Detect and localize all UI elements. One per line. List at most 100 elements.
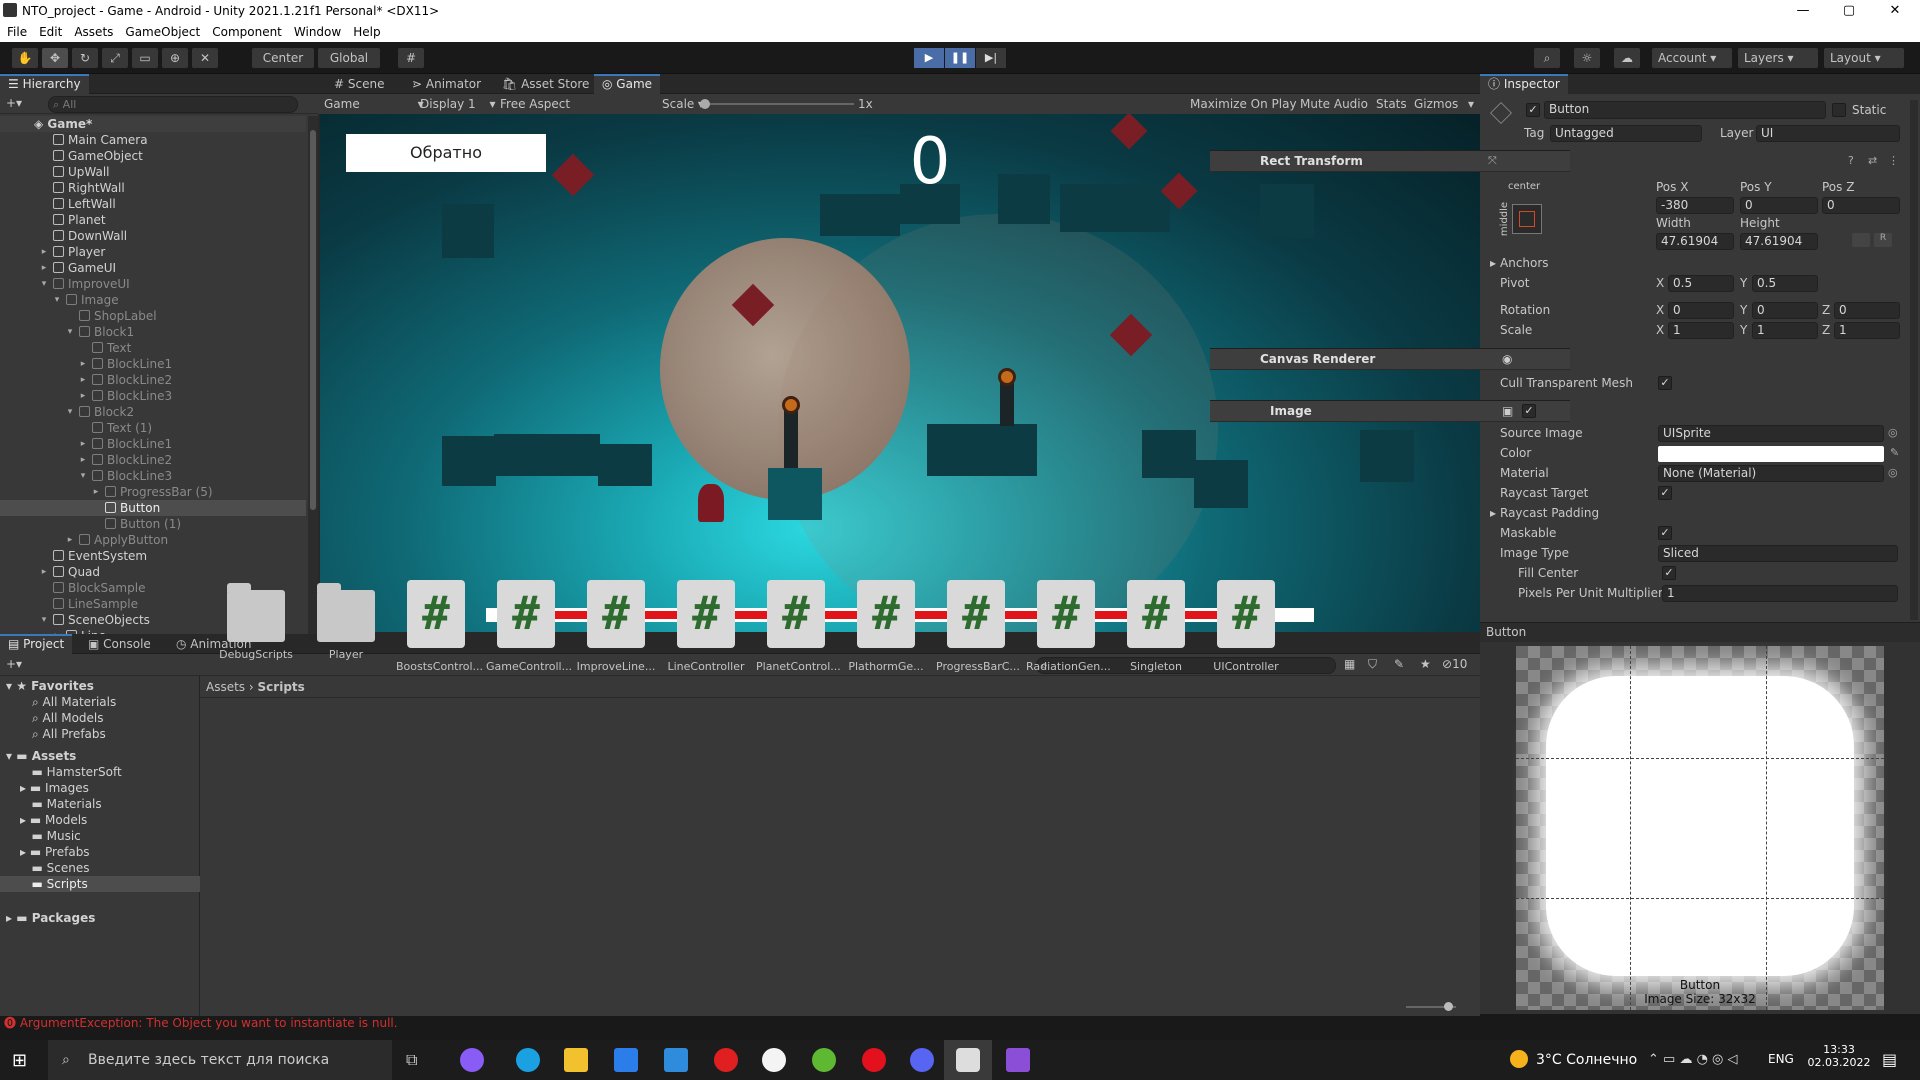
- hierarchy-item[interactable]: ▸ BlockLine1: [0, 356, 306, 372]
- hierarchy-item[interactable]: ▾ Image: [0, 292, 306, 308]
- object-picker-icon[interactable]: ◎: [1888, 426, 1898, 439]
- asset-folder-music[interactable]: ▬ Music: [0, 828, 200, 844]
- layers-dropdown[interactable]: Layers ▾: [1738, 48, 1818, 68]
- collapse-arrow-icon[interactable]: ▸: [78, 388, 88, 404]
- pos-field[interactable]: 0: [1822, 197, 1900, 214]
- clock[interactable]: 13:33 02.03.2022: [1804, 1043, 1874, 1069]
- assets-folder[interactable]: ▾ ▬ Assets: [6, 748, 76, 764]
- collapse-arrow-icon[interactable]: ▸: [91, 484, 101, 500]
- collapse-arrow-icon[interactable]: ▸: [78, 452, 88, 468]
- project-script-item[interactable]: # PlanetControl...: [756, 580, 841, 673]
- store-icon[interactable]: [614, 1048, 638, 1072]
- tab-console[interactable]: ▣ Console: [80, 634, 159, 654]
- hierarchy-item[interactable]: ▸ BlockLine2: [0, 452, 306, 468]
- hierarchy-item[interactable]: LeftWall: [0, 196, 306, 212]
- tab-animator[interactable]: ⋗ Animator: [404, 74, 489, 94]
- fill-center-checkbox[interactable]: ✓: [1662, 566, 1676, 580]
- tab-hierarchy[interactable]: ☰ Hierarchy: [0, 74, 89, 94]
- maximize-on-play-toggle[interactable]: Maximize On Play: [1190, 94, 1297, 114]
- folder-arrow-icon[interactable]: ▸: [20, 813, 26, 827]
- hierarchy-item[interactable]: ▸ Quad: [0, 564, 306, 580]
- tab-game[interactable]: ◎ Game: [594, 74, 661, 94]
- hierarchy-item[interactable]: RightWall: [0, 180, 306, 196]
- folder-arrow-icon[interactable]: ▸: [20, 845, 26, 859]
- hierarchy-item[interactable]: EventSystem: [0, 548, 306, 564]
- folder-arrow-icon[interactable]: [20, 829, 28, 843]
- preview-label[interactable]: Button: [1486, 623, 1526, 641]
- create-icon[interactable]: +▾: [6, 657, 22, 671]
- opera-icon[interactable]: [862, 1048, 886, 1072]
- expand-arrow-icon[interactable]: ▾: [52, 292, 62, 308]
- project-script-item[interactable]: # Singleton: [1116, 580, 1196, 673]
- filter-type-icon[interactable]: ▦: [1344, 657, 1355, 671]
- project-script-item[interactable]: # ImproveLine...: [576, 580, 656, 673]
- task-view-icon[interactable]: ⧉: [406, 1050, 417, 1070]
- raycast-target-checkbox[interactable]: ✓: [1658, 486, 1672, 500]
- project-folder-item[interactable]: DebugScripts: [216, 580, 296, 661]
- inspector-scrollbar[interactable]: [1910, 100, 1918, 620]
- pivot-center-toggle[interactable]: Center: [252, 48, 314, 68]
- collapse-arrow-icon[interactable]: ▸: [78, 436, 88, 452]
- fav-all-models[interactable]: ⌕ All Models: [32, 710, 104, 726]
- expand-arrow-icon[interactable]: ▾: [39, 276, 49, 292]
- collapse-arrow-icon[interactable]: ▸: [39, 244, 49, 260]
- layer-dropdown[interactable]: UI: [1756, 125, 1900, 142]
- hierarchy-item[interactable]: ▸ BlockLine2: [0, 372, 306, 388]
- gizmos-dropdown[interactable]: Gizmos ▾: [1414, 94, 1474, 114]
- rotation-field[interactable]: 0: [1668, 302, 1734, 319]
- hidden-packages-icon[interactable]: ⊘10: [1442, 657, 1467, 671]
- canvas-renderer-header[interactable]: Canvas Renderer: [1210, 348, 1570, 370]
- hierarchy-item[interactable]: ▸ ProgressBar (5): [0, 484, 306, 500]
- anchors-foldout[interactable]: ▸: [1490, 254, 1496, 272]
- stats-toggle[interactable]: Stats: [1376, 94, 1407, 114]
- cull-checkbox[interactable]: ✓: [1658, 376, 1672, 390]
- breadcrumb-scripts[interactable]: Scripts: [258, 680, 305, 694]
- object-name-field[interactable]: Button: [1544, 101, 1826, 119]
- help-icon[interactable]: ?: [1848, 154, 1854, 167]
- hierarchy-item[interactable]: Planet: [0, 212, 306, 228]
- hierarchy-scrollbar[interactable]: [308, 116, 318, 634]
- hierarchy-item[interactable]: ▸ BlockLine3: [0, 388, 306, 404]
- game-canvas[interactable]: Обратно 0: [320, 114, 1480, 632]
- utorrent-icon[interactable]: [812, 1048, 836, 1072]
- file-explorer-icon[interactable]: [564, 1048, 588, 1072]
- menu-edit[interactable]: Edit: [32, 22, 67, 39]
- menu-file[interactable]: File: [0, 22, 32, 39]
- height-field[interactable]: 47.61904: [1740, 233, 1818, 250]
- asset-folder-materials[interactable]: ▬ Materials: [0, 796, 200, 812]
- breadcrumb-assets[interactable]: Assets: [206, 680, 245, 694]
- scene-root[interactable]: ◈ Game*: [0, 116, 306, 132]
- account-dropdown[interactable]: Account ▾: [1652, 48, 1732, 68]
- kebab-menu-icon[interactable]: ⋮: [1888, 154, 1899, 167]
- hierarchy-item[interactable]: Main Camera: [0, 132, 306, 148]
- active-checkbox[interactable]: ✓: [1526, 103, 1540, 117]
- status-bar[interactable]: ⓿ ArgumentException: The Object you want…: [0, 1016, 1920, 1030]
- hierarchy-item[interactable]: ▸ BlockLine1: [0, 436, 306, 452]
- menu-gameobject[interactable]: GameObject: [118, 22, 205, 39]
- tab-scene[interactable]: # Scene: [326, 74, 392, 94]
- tray-icons[interactable]: ⌃ ▭ ☁ ◔ ◎ ◁: [1648, 1052, 1738, 1067]
- collapse-arrow-icon[interactable]: ▸: [78, 356, 88, 372]
- hierarchy-item[interactable]: UpWall: [0, 164, 306, 180]
- tag-icon[interactable]: ✎: [1394, 657, 1404, 671]
- expand-arrow-icon[interactable]: ▾: [78, 468, 88, 484]
- project-folder-item[interactable]: Player: [306, 580, 386, 661]
- hierarchy-item[interactable]: DownWall: [0, 228, 306, 244]
- layout-dropdown[interactable]: Layout ▾: [1824, 48, 1904, 68]
- hierarchy-item[interactable]: ▾ ImproveUI: [0, 276, 306, 292]
- pos-field[interactable]: 0: [1740, 197, 1818, 214]
- scale-field[interactable]: 1: [1752, 322, 1818, 339]
- asset-folder-scenes[interactable]: ▬ Scenes: [0, 860, 200, 876]
- close-button[interactable]: ✕: [1872, 0, 1918, 22]
- image-type-dropdown[interactable]: Sliced: [1658, 545, 1898, 562]
- menu-component[interactable]: Component: [205, 22, 287, 39]
- rotate-tool-icon[interactable]: ↻: [72, 48, 98, 68]
- game-mode-dropdown[interactable]: Game ▾: [324, 94, 424, 114]
- add-icon[interactable]: +▾: [6, 96, 22, 110]
- hand-tool-icon[interactable]: ✋: [12, 48, 38, 68]
- tab-project[interactable]: ▤ Project: [0, 634, 73, 654]
- visual-studio-icon[interactable]: [1006, 1048, 1030, 1072]
- transform-tool-icon[interactable]: ⊕: [162, 48, 188, 68]
- hierarchy-item[interactable]: ▸ ApplyButton: [0, 532, 306, 548]
- image-header[interactable]: Image: [1210, 400, 1570, 422]
